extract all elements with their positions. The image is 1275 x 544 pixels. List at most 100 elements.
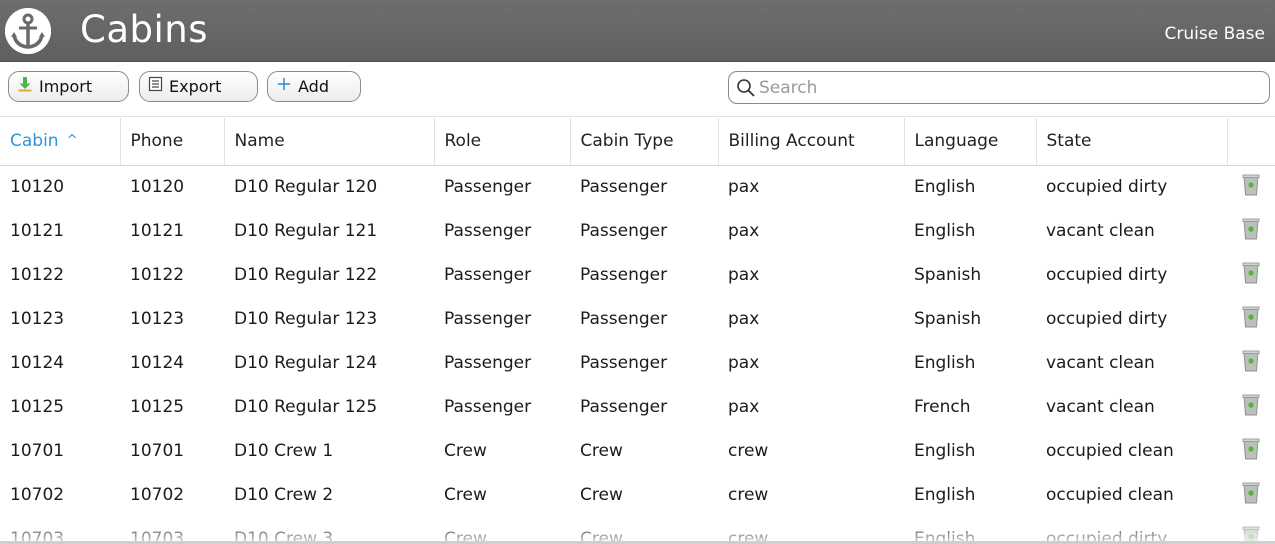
cell-state: occupied clean xyxy=(1046,485,1174,505)
cell-actions xyxy=(1227,517,1275,544)
cell-cabin: 10120 xyxy=(10,177,65,198)
trash-icon[interactable] xyxy=(1242,482,1260,509)
table-row[interactable]: 10122 10122 D10 Regular 122 Passenger Passen… xyxy=(0,253,1275,297)
cell-language: French xyxy=(914,397,971,417)
cell-cabin: 10123 xyxy=(10,309,65,329)
cell-role: Passenger xyxy=(444,353,532,373)
table-row[interactable]: 10702 10702 D10 Crew 2 Crew Crew crew English o… xyxy=(0,473,1275,517)
table-row[interactable]: 10123 10123 D10 Regular 123 Passenger Passen… xyxy=(0,297,1275,341)
cell-actions xyxy=(1227,297,1275,341)
column-header-actions xyxy=(1227,118,1275,166)
column-header-name[interactable]: Name xyxy=(224,118,435,166)
cell-phone: 10703 xyxy=(130,529,185,544)
cell-billing-account: crew xyxy=(728,529,769,544)
cell-role: Passenger xyxy=(444,309,532,329)
trash-icon[interactable] xyxy=(1242,218,1260,245)
cell-name: D10 Regular 120 xyxy=(234,177,378,198)
toolbar: Import Export Add xyxy=(0,63,1275,117)
cell-role: Passenger xyxy=(444,221,532,241)
search-icon xyxy=(737,79,755,97)
cell-name: D10 Regular 121 xyxy=(234,221,378,241)
cell-cabin: 10121 xyxy=(10,221,65,241)
trash-icon[interactable] xyxy=(1242,174,1260,201)
column-header-billing-account[interactable]: Billing Account xyxy=(718,118,905,166)
cell-cabin: 10124 xyxy=(10,353,65,373)
plus-icon xyxy=(276,72,292,101)
cell-state: occupied dirty xyxy=(1046,309,1168,329)
column-header-role[interactable]: Role xyxy=(434,118,571,166)
cell-billing-account: pax xyxy=(728,353,760,373)
cell-cabin: 10125 xyxy=(10,397,65,417)
cell-role: Crew xyxy=(444,529,487,544)
cell-billing-account: pax xyxy=(728,177,760,198)
cell-billing-account: pax xyxy=(728,221,760,241)
column-header-phone[interactable]: Phone xyxy=(120,118,225,166)
cell-phone: 10702 xyxy=(130,485,185,505)
cell-actions xyxy=(1227,165,1275,209)
cell-language: Spanish xyxy=(914,309,982,329)
cell-actions xyxy=(1227,429,1275,473)
cell-state: vacant clean xyxy=(1046,397,1155,417)
search-box[interactable] xyxy=(728,71,1270,104)
cell-actions xyxy=(1227,473,1275,517)
cell-phone: 10123 xyxy=(130,309,185,329)
column-header-cabin-type[interactable]: Cabin Type xyxy=(570,118,719,166)
column-header-state[interactable]: State xyxy=(1036,118,1228,166)
cell-cabin-type: Crew xyxy=(580,529,623,544)
trash-icon[interactable] xyxy=(1242,394,1260,421)
cell-cabin-type: Passenger xyxy=(580,353,668,373)
cell-actions xyxy=(1227,385,1275,429)
title-bar: Cabins Cruise Base xyxy=(0,0,1275,62)
cell-billing-account: crew xyxy=(728,485,769,505)
add-button[interactable]: Add xyxy=(267,71,361,102)
import-button[interactable]: Import xyxy=(8,71,129,102)
table-row[interactable]: 10124 10124 D10 Regular 124 Passenger Passen… xyxy=(0,341,1275,385)
table-row[interactable]: 10120 10120 D10 Regular 120 Passenger Passen… xyxy=(0,165,1275,209)
cell-name: D10 Crew 2 xyxy=(234,485,334,505)
cell-state: occupied dirty xyxy=(1046,177,1168,198)
table-row[interactable]: 10121 10121 D10 Regular 121 Passenger Passen… xyxy=(0,209,1275,253)
cell-name: D10 Regular 122 xyxy=(234,265,378,285)
column-header-language[interactable]: Language xyxy=(904,118,1037,166)
table-header: Cabin ^ Phone Name Role Cabin Type Billin… xyxy=(0,118,1275,166)
cell-phone: 10120 xyxy=(130,177,185,198)
export-button[interactable]: Export xyxy=(139,71,258,102)
cell-actions xyxy=(1227,209,1275,253)
anchor-icon xyxy=(5,8,51,54)
cell-role: Passenger xyxy=(444,265,532,285)
trash-icon[interactable] xyxy=(1242,438,1260,465)
table-row[interactable]: 10125 10125 D10 Regular 125 Passenger Passen… xyxy=(0,385,1275,429)
trash-icon[interactable] xyxy=(1242,262,1260,289)
cell-role: Crew xyxy=(444,441,487,461)
cell-language: English xyxy=(914,441,976,461)
cell-cabin-type: Passenger xyxy=(580,309,668,329)
cell-billing-account: crew xyxy=(728,441,769,461)
sort-ascending-icon: ^ xyxy=(66,133,78,149)
cell-phone: 10121 xyxy=(130,221,185,241)
cell-phone: 10122 xyxy=(130,265,185,285)
cell-cabin-type: Crew xyxy=(580,485,623,505)
trash-icon[interactable] xyxy=(1242,306,1260,333)
column-header-cabin[interactable]: Cabin ^ xyxy=(0,118,121,166)
cell-language: Spanish xyxy=(914,265,982,285)
search-input[interactable] xyxy=(759,75,1259,100)
cell-state: vacant clean xyxy=(1046,221,1155,241)
cell-phone: 10701 xyxy=(130,441,185,461)
import-label: Import xyxy=(39,77,93,96)
cell-cabin: 10701 xyxy=(10,441,65,461)
trash-icon[interactable] xyxy=(1242,350,1260,377)
brand-name: Cruise Base xyxy=(1164,24,1265,44)
cell-state: occupied dirty xyxy=(1046,265,1168,285)
cell-name: D10 Crew 3 xyxy=(234,529,334,544)
cell-cabin-type: Passenger xyxy=(580,397,668,417)
cell-billing-account: pax xyxy=(728,309,760,329)
table-row[interactable]: 10703 10703 D10 Crew 3 Crew Crew crew English o… xyxy=(0,517,1275,544)
table-row[interactable]: 10701 10701 D10 Crew 1 Crew Crew crew English o… xyxy=(0,429,1275,473)
cabins-table: Cabin ^ Phone Name Role Cabin Type Billin… xyxy=(0,118,1275,544)
cell-state: vacant clean xyxy=(1046,353,1155,373)
cell-state: occupied clean xyxy=(1046,441,1174,461)
cell-cabin: 10122 xyxy=(10,265,65,285)
cell-cabin-type: Passenger xyxy=(580,265,668,285)
document-icon xyxy=(148,72,163,101)
cell-language: English xyxy=(914,177,976,198)
